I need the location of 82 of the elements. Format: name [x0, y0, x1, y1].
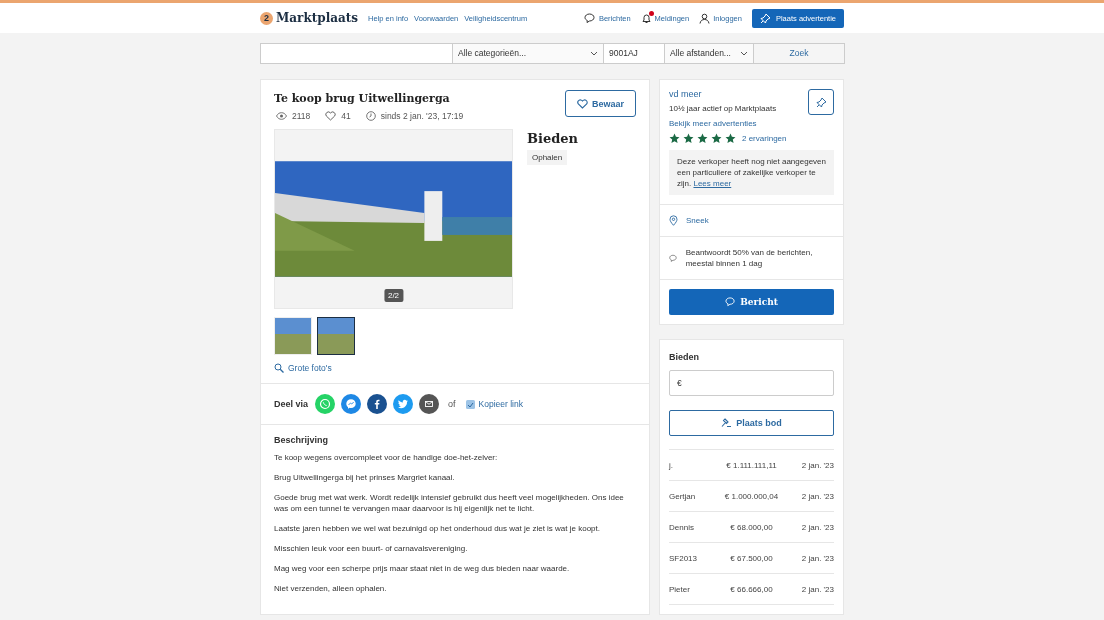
description-paragraph: Mag weg voor een scherpe prijs maar staat niet in de weg dus bieden naar waarde.: [274, 563, 571, 574]
whatsapp-share-icon[interactable]: [315, 394, 336, 414]
star-icon: [669, 133, 680, 144]
chat-icon: [669, 252, 678, 264]
bid-date: 2 jan. '23: [800, 460, 834, 470]
message-button[interactable]: Bericht: [669, 289, 834, 315]
description-title: Beschrijving: [274, 435, 330, 445]
description-paragraph: Misschien leuk voor een buurt- of carnavalsvereniging.: [274, 543, 469, 554]
favorite-count: 41: [341, 111, 351, 121]
response-rate-text: Beantwoordt 50% van de berichten, meestal binnen 1 dag: [685, 247, 814, 269]
description-paragraph: Te koop wegens overcompleet voor de handige doe-het-zelver:: [274, 452, 499, 463]
description-paragraph: Laatste jaren hebben we wel wat bezuinigd op het onderhoud dus wat je ziet is wat je koopt.: [274, 523, 601, 534]
postcode-field[interactable]: 9001AJ: [603, 42, 665, 64]
bidder-name: Pieter: [669, 584, 691, 594]
messenger-share-icon[interactable]: [341, 394, 362, 414]
logo-text[interactable]: Marktplaats: [276, 11, 359, 25]
bid-date: 2 jan. '23: [800, 491, 834, 501]
bell-icon: [640, 12, 652, 24]
email-share-icon[interactable]: [419, 394, 440, 414]
share-or-text: of: [448, 399, 456, 409]
bid-amount: € 68.000,00: [729, 522, 774, 532]
save-button[interactable]: Bewaar: [565, 90, 636, 117]
star-icon: [711, 133, 722, 144]
chat-icon: [583, 12, 596, 24]
heart-icon: [325, 111, 337, 121]
bidder-name: SF2013: [669, 553, 699, 563]
description-paragraph: Niet verzenden, alleen ophalen.: [274, 583, 388, 594]
zoom-icon: [274, 363, 284, 373]
more-ads-link[interactable]: Bekijk meer advertenties: [669, 119, 757, 128]
place-bid-button[interactable]: Plaats bod: [669, 410, 834, 436]
large-photos-link[interactable]: Grote foto's: [274, 363, 513, 373]
listing-title: Te koop brug Uitwellingerga: [274, 92, 451, 105]
search-button[interactable]: Zoek: [753, 42, 845, 64]
view-count: 2118: [292, 111, 311, 121]
eye-icon: [276, 112, 287, 120]
bidding-title: Bieden: [669, 352, 700, 362]
bid-amount: € 67.500,00: [729, 553, 774, 563]
seller-location: Sneek: [686, 216, 709, 225]
follow-button[interactable]: [808, 89, 834, 115]
bid-amount: € 66.666,00: [729, 584, 774, 594]
location-icon: [669, 215, 678, 226]
seller-notice: Deze verkoper heeft nog niet aangegeven een particuliere of zakelijke verkoper te zijn. Lees meer: [669, 150, 834, 195]
listing-date: sinds 2 jan. '23, 17:19: [380, 111, 464, 121]
seller-active-text: 10½ jaar actief op Marktplaats: [669, 104, 777, 113]
chat-icon: [725, 297, 737, 307]
description-paragraph: Goede brug met wat werk. Wordt redelijk intensief gebruikt dus heeft veel mogelijkheden. Ons idee was om een tunnel te vervangen maar daarvoor is hij eigenlijk net te licht.: [274, 492, 625, 514]
caret-icon: [740, 50, 748, 56]
thumbnail-placeholder[interactable]: [317, 317, 355, 355]
caret-icon: [590, 50, 598, 56]
bid-amount: € 1.111.111,11: [725, 460, 778, 470]
price-label: Bieden: [527, 131, 578, 146]
description-paragraph: Brug Uitwellingerga bij het prinses Margriet kanaal.: [274, 472, 456, 483]
bidder-name: j.: [669, 460, 674, 470]
read-more-link[interactable]: Lees meer: [693, 179, 732, 188]
star-icon: [697, 133, 708, 144]
logo-badge[interactable]: 2: [260, 11, 273, 25]
facebook-share-icon[interactable]: [367, 394, 388, 414]
distance-dropdown[interactable]: Alle afstanden...: [664, 42, 754, 64]
bid-date: 2 jan. '23: [800, 553, 834, 563]
search-field[interactable]: [260, 42, 453, 64]
share-label: Deel via: [274, 399, 309, 409]
bid-input-field[interactable]: €: [669, 370, 834, 396]
pin-icon: [815, 96, 827, 108]
bidder-name: Gertjan: [669, 491, 697, 501]
twitter-share-icon[interactable]: [393, 394, 414, 414]
pin-icon: [759, 12, 771, 24]
delivery-tag: Ophalen: [527, 150, 568, 165]
heart-icon: [577, 98, 588, 109]
bid-amount: € 1.000.000,04: [723, 491, 780, 501]
hammer-icon: [721, 418, 733, 428]
star-icon: [683, 133, 694, 144]
star-icon: [725, 133, 736, 144]
bidder-name: Dennis: [669, 522, 695, 532]
bid-date: 2 jan. '23: [800, 522, 834, 532]
photo-counter: 2/2: [383, 289, 404, 302]
clock-icon: [365, 111, 376, 121]
reviews-link[interactable]: 2 ervaringen: [742, 134, 787, 143]
seller-name[interactable]: vd meer: [669, 89, 777, 99]
user-icon: [699, 12, 711, 24]
copy-link[interactable]: Kopieer link: [464, 398, 523, 410]
bid-date: 2 jan. '23: [800, 584, 834, 594]
category-dropdown[interactable]: Alle categorieën...: [452, 42, 604, 64]
